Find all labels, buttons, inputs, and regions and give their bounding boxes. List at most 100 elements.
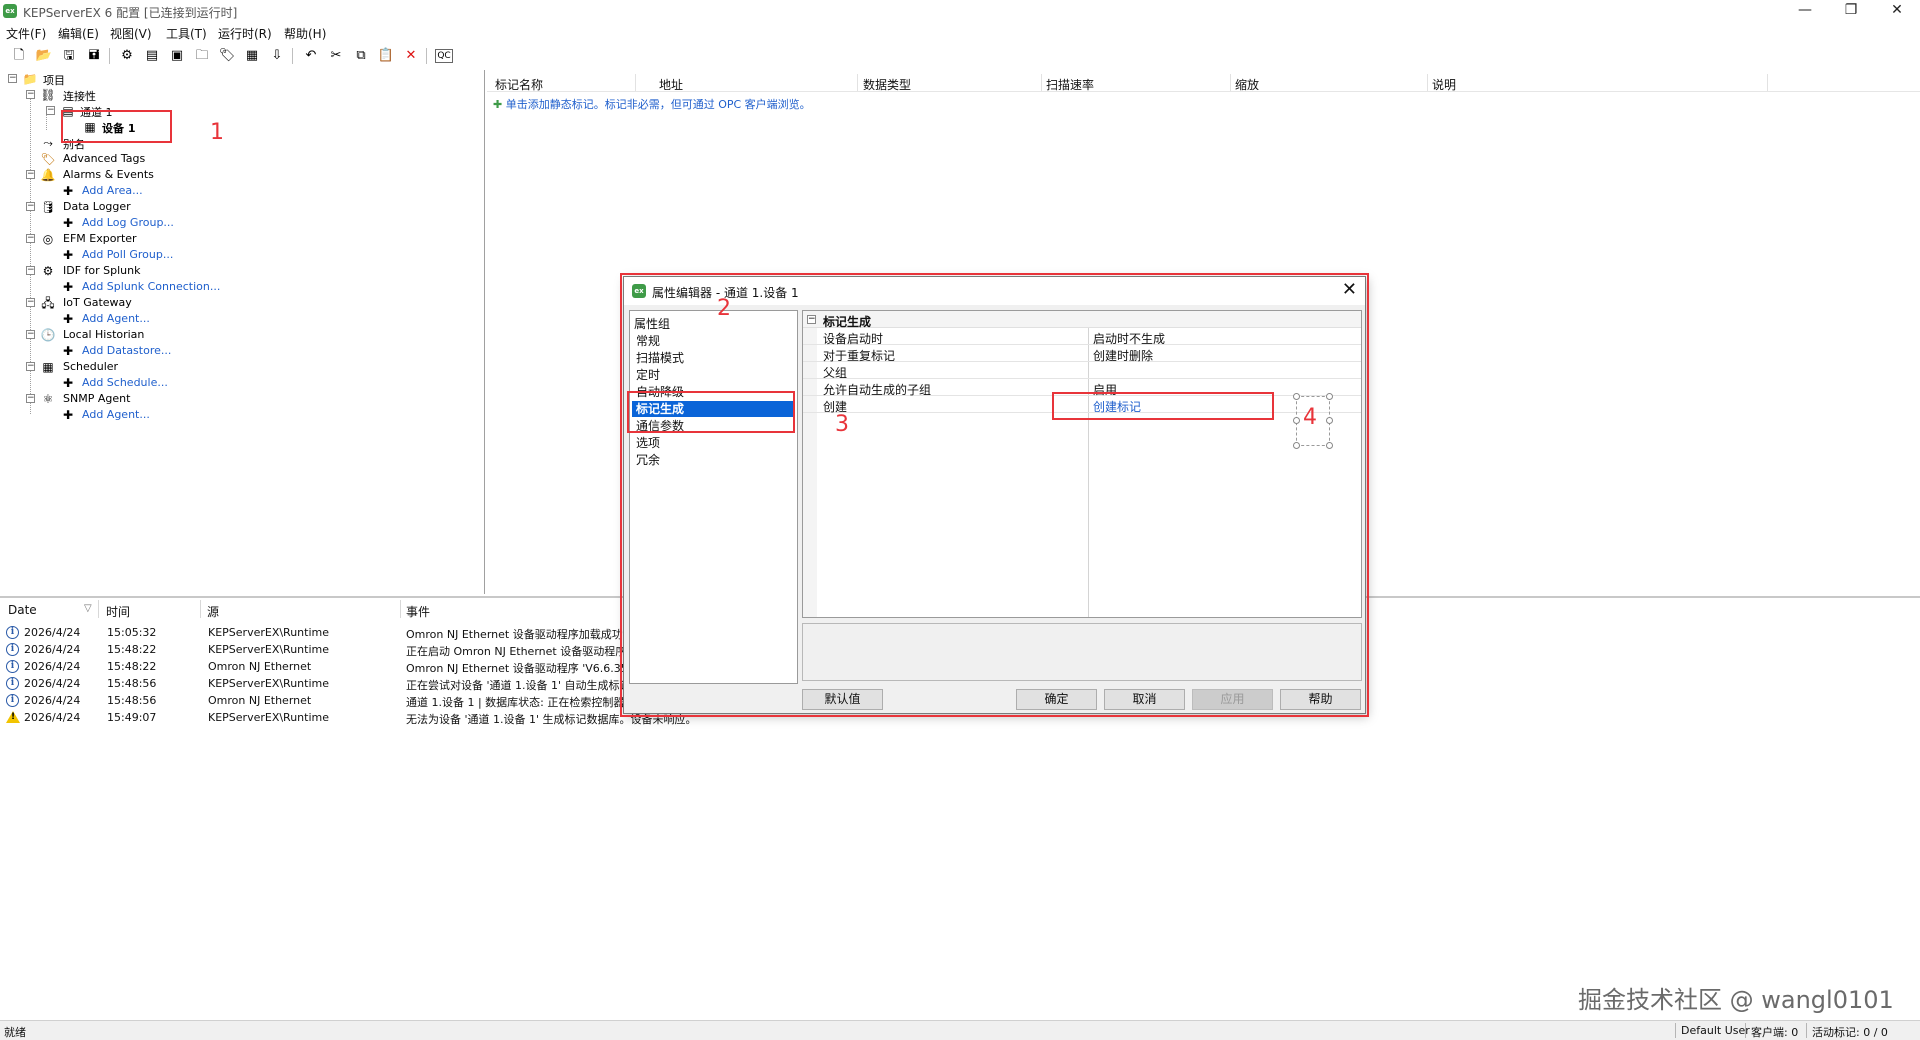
menu-tools[interactable]: 工具(T): [166, 25, 207, 42]
status-user: Default User: [1681, 1024, 1750, 1037]
copy-icon[interactable]: ⧉: [352, 47, 370, 65]
tree-item-connectivity[interactable]: − ⛓ 连接性: [0, 87, 300, 103]
snmp-icon: ⚛: [42, 392, 54, 406]
new-tag-group-icon[interactable]: 🗀: [193, 47, 211, 65]
column-scaling[interactable]: 缩放: [1235, 76, 1259, 93]
tree-item-efm-exporter[interactable]: − ◎ EFM Exporter: [0, 231, 300, 247]
log-date: 2026/4/24: [24, 711, 81, 724]
tree-item-add-agent-snmp[interactable]: ✚ Add Agent...: [0, 407, 300, 423]
tree-item-add-splunk-connection[interactable]: ✚ Add Splunk Connection...: [0, 279, 300, 295]
maximize-button[interactable]: ❐: [1828, 0, 1874, 22]
menu-file[interactable]: 文件(F): [6, 25, 46, 42]
tree-item-alarms-events[interactable]: − 🔔 Alarms & Events: [0, 167, 300, 183]
info-icon: i: [6, 626, 19, 639]
column-divider[interactable]: [200, 600, 201, 618]
properties-icon[interactable]: ⚙: [118, 47, 136, 65]
save-icon[interactable]: 🖫: [60, 47, 78, 65]
collapse-toggle-icon[interactable]: −: [46, 106, 55, 115]
save-as-icon[interactable]: 🖬: [85, 47, 103, 65]
log-source: KEPServerEX\Runtime: [208, 643, 330, 656]
collapse-toggle-icon[interactable]: −: [26, 170, 35, 179]
collapse-toggle-icon[interactable]: −: [26, 266, 35, 275]
column-divider[interactable]: [635, 74, 636, 91]
column-time[interactable]: 时间: [106, 603, 130, 620]
open-icon[interactable]: 📂: [35, 47, 53, 65]
log-date: 2026/4/24: [24, 677, 81, 690]
column-description[interactable]: 说明: [1432, 76, 1456, 93]
collapse-toggle-icon[interactable]: −: [26, 90, 35, 99]
status-divider: [1745, 1023, 1746, 1038]
undo-icon[interactable]: ↶: [302, 47, 320, 65]
tree-item-snmp-agent[interactable]: − ⚛ SNMP Agent: [0, 391, 300, 407]
paste-icon[interactable]: 📋: [377, 47, 395, 65]
bulk-tag-icon[interactable]: ▦: [243, 47, 261, 65]
tree-link-label: Add Agent...: [82, 312, 150, 325]
collapse-toggle-icon[interactable]: −: [26, 394, 35, 403]
tree-item-add-agent-iot[interactable]: ✚ Add Agent...: [0, 311, 300, 327]
new-tag-icon[interactable]: 🏷: [218, 47, 236, 65]
column-divider[interactable]: [857, 74, 858, 91]
tree-link-label: Add Area...: [82, 184, 143, 197]
menu-bar: 文件(F) 编辑(E) 视图(V) 工具(T) 运行时(R) 帮助(H): [0, 22, 1920, 42]
menu-view[interactable]: 视图(V): [110, 25, 152, 42]
menu-edit[interactable]: 编辑(E): [58, 25, 99, 42]
new-project-icon[interactable]: 🗋: [10, 47, 28, 65]
toolbar-divider: [292, 48, 293, 64]
cut-icon[interactable]: ✂: [327, 47, 345, 65]
tree-item-add-area[interactable]: ✚ Add Area...: [0, 183, 300, 199]
log-source: Omron NJ Ethernet: [208, 660, 312, 673]
calendar-icon: ▦: [42, 360, 54, 374]
import-icon[interactable]: ⇩: [268, 47, 286, 65]
info-icon: i: [6, 694, 19, 707]
delete-icon[interactable]: ✕: [402, 47, 420, 65]
add-static-tag-link[interactable]: ✚ 单击添加静态标记。标记非必需，但可通过 OPC 客户端浏览。: [493, 96, 811, 112]
log-source: Omron NJ Ethernet: [208, 694, 312, 707]
tree-item-add-schedule[interactable]: ✚ Add Schedule...: [0, 375, 300, 391]
tree-item-scheduler[interactable]: − ▦ Scheduler: [0, 359, 300, 375]
column-tag-name[interactable]: 标记名称: [495, 76, 543, 93]
tree-item-add-poll-group[interactable]: ✚ Add Poll Group...: [0, 247, 300, 263]
column-divider[interactable]: [1767, 74, 1768, 91]
column-address[interactable]: 地址: [659, 76, 683, 93]
collapse-toggle-icon[interactable]: −: [26, 202, 35, 211]
column-divider[interactable]: [98, 600, 99, 618]
column-event[interactable]: 事件: [406, 603, 430, 620]
tree-item-data-logger[interactable]: − 🛢 Data Logger: [0, 199, 300, 215]
column-divider[interactable]: [400, 600, 401, 618]
tree-item-add-datastore[interactable]: ✚ Add Datastore...: [0, 343, 300, 359]
tree-item-advanced-tags[interactable]: 🏷 Advanced Tags: [0, 151, 300, 167]
new-device-icon[interactable]: ▣: [168, 47, 186, 65]
history-clock-icon: 🕒: [40, 328, 56, 342]
network-icon: 🖧: [41, 296, 55, 310]
column-scan-rate[interactable]: 扫描速率: [1046, 76, 1094, 93]
collapse-toggle-icon[interactable]: −: [26, 362, 35, 371]
annotation-number-4: 4: [1303, 405, 1317, 430]
column-date[interactable]: Date: [8, 603, 37, 617]
tree-item-add-log-group[interactable]: ✚ Add Log Group...: [0, 215, 300, 231]
menu-help[interactable]: 帮助(H): [284, 25, 326, 42]
menu-runtime[interactable]: 运行时(R): [218, 25, 272, 42]
tree-label: Data Logger: [63, 200, 131, 213]
tree-item-project[interactable]: − 📁 项目: [0, 71, 300, 87]
minimize-button[interactable]: —: [1782, 0, 1828, 22]
column-data-type[interactable]: 数据类型: [863, 76, 911, 93]
log-date: 2026/4/24: [24, 660, 81, 673]
column-source[interactable]: 源: [207, 603, 219, 620]
close-window-button[interactable]: ✕: [1874, 0, 1920, 22]
column-divider[interactable]: [1230, 74, 1231, 91]
collapse-toggle-icon[interactable]: −: [8, 74, 17, 83]
tree-label: 连接性: [63, 90, 96, 103]
tree-item-local-historian[interactable]: − 🕒 Local Historian: [0, 327, 300, 343]
tree-item-idf-splunk[interactable]: − ⚙ IDF for Splunk: [0, 263, 300, 279]
info-icon: i: [6, 643, 19, 656]
column-divider[interactable]: [1041, 74, 1042, 91]
collapse-toggle-icon[interactable]: −: [26, 234, 35, 243]
column-divider[interactable]: [1427, 74, 1428, 91]
collapse-toggle-icon[interactable]: −: [26, 298, 35, 307]
splunk-icon: ⚙: [42, 264, 54, 278]
tree-link-label: Add Agent...: [82, 408, 150, 421]
quick-client-icon[interactable]: QC: [435, 49, 453, 63]
tree-item-iot-gateway[interactable]: − 🖧 IoT Gateway: [0, 295, 300, 311]
new-channel-icon[interactable]: ▤: [143, 47, 161, 65]
collapse-toggle-icon[interactable]: −: [26, 330, 35, 339]
